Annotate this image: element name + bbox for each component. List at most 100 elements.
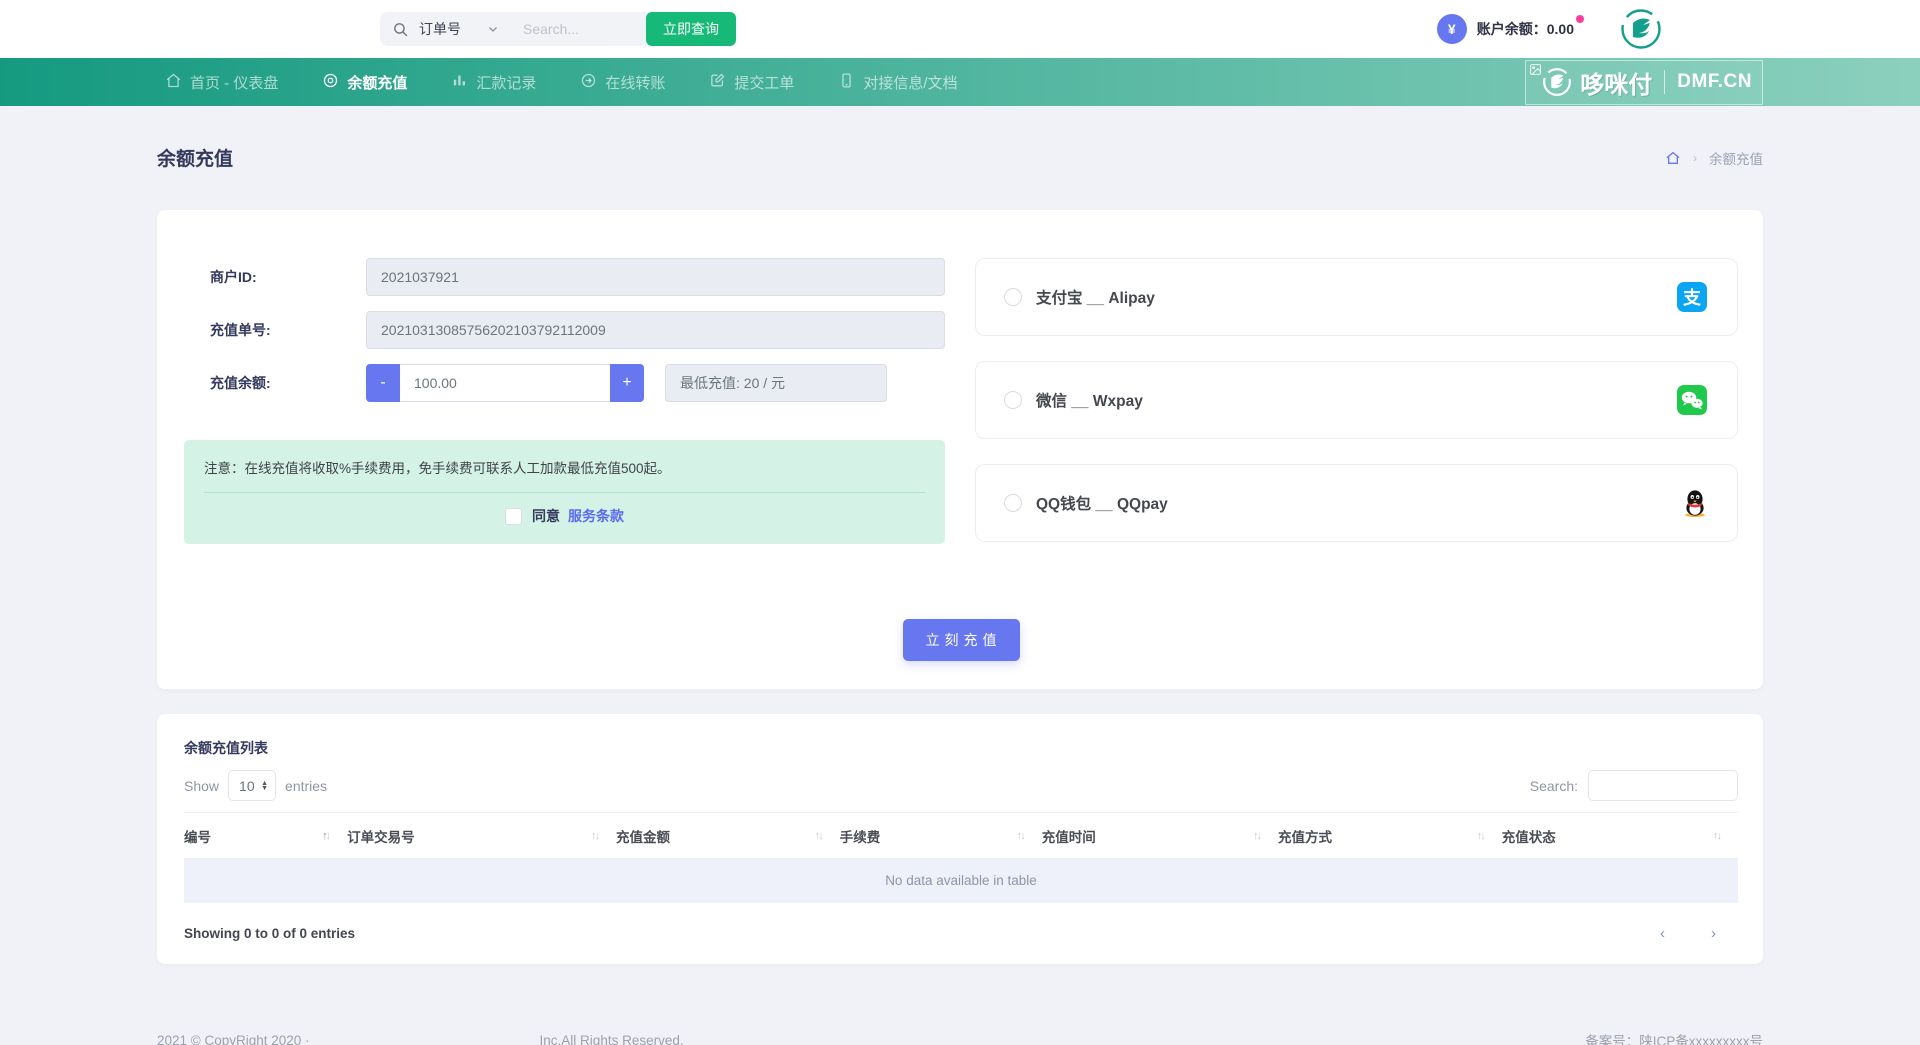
prev-page-button[interactable]: ‹ xyxy=(1660,925,1665,942)
brand-logo[interactable]: 哆咪付 DMF.CN xyxy=(1525,59,1763,105)
order-no-field[interactable] xyxy=(366,311,945,349)
page-size-select[interactable]: 10 ▲ ▼ xyxy=(228,770,277,801)
footer-copyright: 2021 © CopyRight 2020 · xyxy=(157,1032,310,1045)
column-header[interactable]: 充值状态 ↑↓ xyxy=(1502,813,1738,858)
agree-checkbox[interactable] xyxy=(505,507,522,525)
quantity-stepper: - + xyxy=(366,364,644,402)
notification-dot xyxy=(1576,15,1584,23)
main-nav: 首页 - 仪表盘 余额充值 汇款记录 在线转账 提交工单 对接信息/文档 哆咪付… xyxy=(0,58,1920,106)
main-content: 商户ID: 充值单号: 充值余额: - + 最低充值: 20 / 元 xyxy=(157,210,1763,964)
sort-icon: ↑↓ xyxy=(1476,829,1486,842)
nav-item-ticket[interactable]: 提交工单 xyxy=(709,72,794,93)
order-no-label: 充值单号: xyxy=(210,322,271,338)
amount-label: 充值余额: xyxy=(210,375,271,391)
column-header[interactable]: 订单交易号 ↑↓ xyxy=(347,813,616,858)
nav-item-recharge[interactable]: 余额充值 xyxy=(322,72,407,93)
show-label: Show xyxy=(184,777,220,794)
qq-icon xyxy=(1683,489,1707,517)
nav-item-label: 在线转账 xyxy=(605,74,666,92)
payment-option-qq[interactable]: QQ钱包 __ QQpay xyxy=(975,464,1738,542)
column-header[interactable]: 充值时间 ↑↓ xyxy=(1042,813,1278,858)
column-header[interactable]: 手续费 ↑↓ xyxy=(840,813,1042,858)
empty-text: No data available in table xyxy=(885,873,1037,888)
brand-name: 哆咪付 xyxy=(1580,71,1653,99)
entries-label: entries xyxy=(285,777,328,794)
nav-item-label: 汇款记录 xyxy=(476,74,537,92)
column-header[interactable]: 充值金额 ↑↓ xyxy=(616,813,840,858)
notice-box: 注意：在线充值将收取%手续费用，免手续费可联系人工加款最低充值500起。 同意 … xyxy=(184,440,945,544)
balance-value: 0.00 xyxy=(1546,21,1574,37)
transfer-icon xyxy=(580,72,597,93)
search-submit-button[interactable]: 立即查询 xyxy=(646,12,736,46)
search-category-value: 订单号 xyxy=(419,21,461,37)
nav-item-docs[interactable]: 对接信息/文档 xyxy=(838,72,958,93)
footer-rights: Inc.All Rights Reserved. xyxy=(539,1032,684,1045)
top-bar: 订单号 立即查询 ¥ 账户余额：0.00 xyxy=(0,0,1920,58)
table-empty-row: No data available in table xyxy=(184,858,1738,903)
table-search-input[interactable] xyxy=(1588,770,1738,801)
notice-text: 注意：在线充值将收取%手续费用，免手续费可联系人工加款最低充值500起。 xyxy=(204,461,671,476)
nav-item-remittance[interactable]: 汇款记录 xyxy=(451,72,536,93)
min-recharge-box: 最低充值: 20 / 元 xyxy=(665,364,887,402)
account-area: ¥ 账户余额：0.00 xyxy=(1436,8,1662,50)
amount-field[interactable] xyxy=(400,364,610,402)
brand-divider xyxy=(1664,70,1666,94)
payment-methods: 支付宝 __ Alipay 支 微信 __ Wxpay QQ钱包 __ QQpa… xyxy=(975,258,1738,567)
nav-item-dashboard[interactable]: 首页 - 仪表盘 xyxy=(165,72,278,93)
breadcrumb-home-icon[interactable] xyxy=(1665,150,1681,166)
search-input[interactable] xyxy=(523,21,628,37)
pagination: ‹ › xyxy=(1660,925,1738,942)
brand-domain: DMF.CN xyxy=(1677,71,1752,92)
nav-item-transfer[interactable]: 在线转账 xyxy=(580,72,665,93)
payment-option-label: 支付宝 __ Alipay xyxy=(1036,290,1155,307)
column-header[interactable]: 充值方式 ↑↓ xyxy=(1278,813,1502,858)
payment-option-wechat[interactable]: 微信 __ Wxpay xyxy=(975,361,1738,439)
nav-item-label: 提交工单 xyxy=(734,74,795,92)
column-header[interactable]: 编号 ↑↓ xyxy=(184,813,347,858)
table-search-group: Search: xyxy=(1530,770,1738,801)
recharge-form: 商户ID: 充值单号: 充值余额: - + 最低充值: 20 / 元 xyxy=(184,258,945,567)
nav-item-label: 余额充值 xyxy=(347,74,408,92)
docs-icon xyxy=(838,72,855,93)
terms-link[interactable]: 服务条款 xyxy=(568,506,624,526)
sort-icon: ↑↓ xyxy=(1712,829,1722,842)
recharge-submit-button[interactable]: 立刻充值 xyxy=(902,619,1020,661)
chevron-down-icon xyxy=(487,23,499,35)
recharge-list-card: 余额充值列表 Show 10 ▲▼ entries Search: 编号 ↑↓ xyxy=(157,714,1763,964)
avatar[interactable] xyxy=(1620,8,1662,50)
home-icon xyxy=(165,72,182,93)
ticket-icon xyxy=(709,72,726,93)
min-recharge-text: 最低充值: 20 / 元 xyxy=(680,375,786,391)
order-no-row: 充值单号: xyxy=(210,311,945,349)
qq-radio[interactable] xyxy=(1004,494,1022,512)
recharge-table: 编号 ↑↓ 订单交易号 ↑↓ 充值金额 ↑↓ 手续费 ↑↓ 充值时间 ↑↓ 充值… xyxy=(184,812,1738,903)
search-icon xyxy=(392,21,409,38)
wechat-icon xyxy=(1677,385,1707,415)
plus-button[interactable]: + xyxy=(610,364,644,402)
nav-item-label: 首页 - 仪表盘 xyxy=(190,74,279,92)
nav-items: 首页 - 仪表盘 余额充值 汇款记录 在线转账 提交工单 对接信息/文档 xyxy=(157,72,958,93)
recharge-card: 商户ID: 充值单号: 充值余额: - + 最低充值: 20 / 元 xyxy=(157,210,1763,689)
next-page-button[interactable]: › xyxy=(1711,925,1716,942)
page-footer: 2021 © CopyRight 2020 · Inc.All Rights R… xyxy=(0,964,1920,1045)
page-header: 余额充值 › 余额充值 xyxy=(0,106,1920,210)
sort-icon: ↑↓ xyxy=(1252,829,1262,842)
sort-icon: ↑↓ xyxy=(322,829,331,842)
merchant-id-field[interactable] xyxy=(366,258,945,296)
notice-divider xyxy=(204,492,925,493)
nav-item-label: 对接信息/文档 xyxy=(863,74,958,92)
minus-button[interactable]: - xyxy=(366,364,400,402)
wechat-radio[interactable] xyxy=(1004,391,1022,409)
agree-label: 同意 xyxy=(532,508,560,524)
alipay-radio[interactable] xyxy=(1004,288,1022,306)
recharge-icon xyxy=(322,72,339,93)
sort-icon: ↑↓ xyxy=(1016,829,1026,842)
search-category-select[interactable]: 订单号 xyxy=(419,19,499,39)
table-search-label: Search: xyxy=(1529,777,1578,794)
page-size-group: Show 10 ▲ ▼ entries xyxy=(184,770,327,801)
account-balance: 账户余额：0.00 xyxy=(1477,15,1584,39)
breadcrumb: › 余额充值 xyxy=(1665,148,1763,168)
payment-option-alipay[interactable]: 支付宝 __ Alipay 支 xyxy=(975,258,1738,336)
breadcrumb-current: 余额充值 xyxy=(1709,151,1763,167)
sort-icon: ↑↓ xyxy=(814,829,824,842)
